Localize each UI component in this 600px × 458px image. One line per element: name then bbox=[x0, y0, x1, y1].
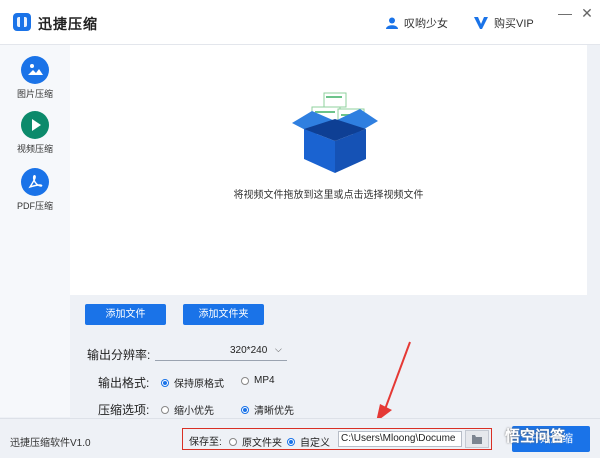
compress-option-smaller[interactable]: 缩小优先 bbox=[161, 402, 214, 417]
radio-label: 缩小优先 bbox=[174, 406, 214, 417]
format-option-mp4[interactable]: MP4 bbox=[241, 375, 275, 386]
radio-label: 保持原格式 bbox=[174, 379, 224, 390]
drop-zone[interactable]: 将视频文件拖放到这里或点击选择视频文件 bbox=[70, 45, 587, 295]
user-icon bbox=[386, 17, 398, 29]
minimize-icon: — bbox=[558, 5, 572, 21]
save-path-input[interactable]: C:\Users\Mloong\Docume bbox=[338, 431, 462, 447]
start-compress-button[interactable]: 开始压缩 bbox=[512, 426, 590, 452]
sidebar-item-label: PDF压缩 bbox=[16, 201, 53, 211]
title-bar: 迅捷压缩 叹哟少女 购买VIP — ✕ bbox=[0, 0, 600, 45]
folder-icon bbox=[472, 435, 482, 444]
close-button[interactable]: ✕ bbox=[578, 4, 596, 22]
save-option-original-folder[interactable]: 原文件夹 bbox=[229, 434, 282, 449]
radio-label: 清晰优先 bbox=[254, 406, 294, 417]
app-logo-icon bbox=[13, 13, 31, 31]
add-folder-button[interactable]: 添加文件夹 bbox=[183, 304, 264, 325]
radio-empty-icon bbox=[241, 376, 249, 385]
browse-folder-button[interactable] bbox=[465, 430, 489, 448]
user-account[interactable]: 叹哟少女 bbox=[386, 15, 448, 31]
minimize-button[interactable]: — bbox=[556, 4, 574, 22]
drop-hint: 将视频文件拖放到这里或点击选择视频文件 bbox=[233, 190, 424, 201]
radio-empty-icon bbox=[161, 405, 169, 414]
chevron-down-icon: ⌵ bbox=[275, 344, 282, 354]
radio-selected-icon bbox=[161, 378, 169, 387]
vip-icon bbox=[474, 17, 488, 29]
save-to-label: 保存至: bbox=[189, 437, 222, 448]
save-option-custom[interactable]: 自定义 bbox=[287, 434, 330, 449]
add-file-button[interactable]: 添加文件 bbox=[85, 304, 166, 325]
compress-option-label: 压缩选项: bbox=[98, 403, 150, 417]
image-icon bbox=[21, 56, 49, 84]
app-title: 迅捷压缩 bbox=[38, 16, 98, 32]
sidebar-item-video-compress[interactable]: 视频压缩 bbox=[0, 111, 70, 163]
play-icon bbox=[21, 111, 49, 139]
buy-vip-button[interactable]: 购买VIP bbox=[474, 15, 534, 31]
vip-label: 购买VIP bbox=[494, 18, 534, 30]
resolution-value: 320*240 bbox=[230, 345, 268, 356]
radio-selected-icon bbox=[287, 437, 295, 446]
sidebar: 图片压缩 视频压缩 PDF压缩 bbox=[0, 45, 70, 417]
radio-label: MP4 bbox=[254, 375, 275, 386]
radio-label: 原文件夹 bbox=[242, 438, 282, 449]
radio-empty-icon bbox=[229, 437, 237, 446]
radio-selected-icon bbox=[241, 405, 249, 414]
format-label: 输出格式: bbox=[98, 376, 150, 390]
radio-label: 自定义 bbox=[300, 438, 330, 449]
sidebar-item-label: 图片压缩 bbox=[16, 89, 53, 99]
resolution-label: 输出分辨率: bbox=[87, 348, 151, 362]
annotation-arrow bbox=[376, 341, 411, 422]
sidebar-item-image-compress[interactable]: 图片压缩 bbox=[0, 56, 70, 108]
close-icon: ✕ bbox=[581, 5, 593, 21]
pdf-icon bbox=[21, 168, 49, 196]
sidebar-item-pdf-compress[interactable]: PDF压缩 bbox=[0, 168, 70, 220]
box-icon bbox=[292, 92, 378, 173]
resolution-select[interactable]: 320*240 ⌵ bbox=[155, 344, 287, 361]
sidebar-item-label: 视频压缩 bbox=[16, 144, 53, 154]
version-label: 迅捷压缩软件V1.0 bbox=[10, 438, 91, 449]
user-name: 叹哟少女 bbox=[404, 18, 448, 30]
format-option-keep[interactable]: 保持原格式 bbox=[161, 375, 224, 390]
compress-option-clearer[interactable]: 清晰优先 bbox=[241, 402, 294, 417]
